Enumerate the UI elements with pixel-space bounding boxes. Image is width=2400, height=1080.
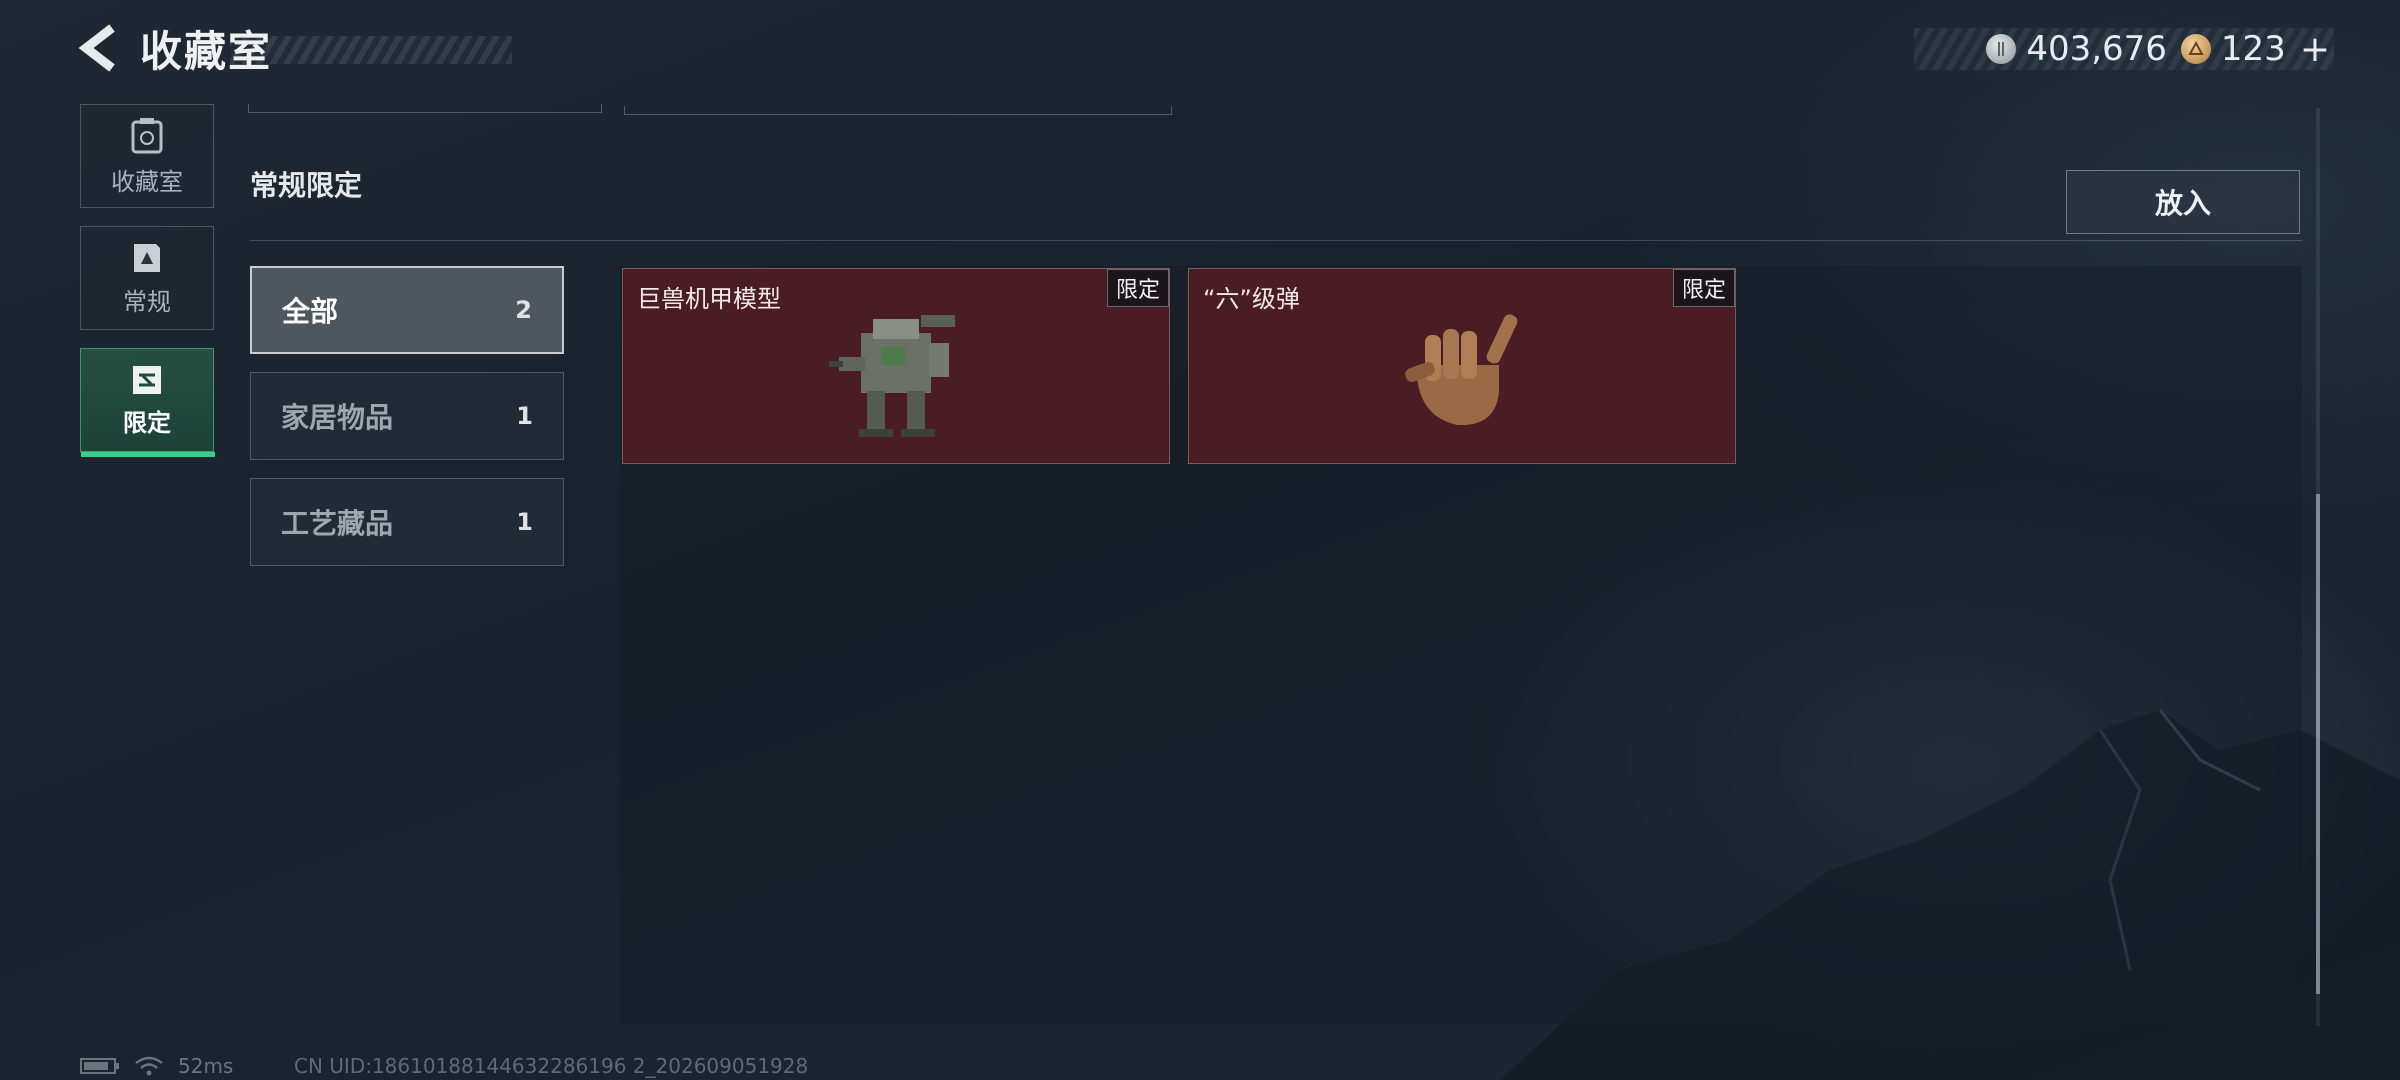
ping-value: 52ms [178, 1054, 234, 1078]
collection-room-icon [131, 117, 163, 153]
gold-amount: 123 [2220, 29, 2286, 69]
limited-tag: 限定 [1106, 269, 1169, 307]
page-title: 收藏室 [140, 26, 273, 76]
gold-currency: 123 [2180, 29, 2286, 69]
category-all[interactable]: 全部 2 [250, 266, 564, 354]
back-button[interactable] [74, 22, 126, 74]
nav-item-regular[interactable]: 常规 [80, 226, 214, 330]
scrolled-card-edge [624, 106, 1172, 115]
back-arrow-icon [78, 24, 115, 72]
bullet-hand-icon [1405, 314, 1518, 426]
scrolled-card-edge [248, 104, 602, 113]
item-name: “六”级弹 [1203, 285, 1300, 313]
gold-coin-icon [2180, 34, 2211, 64]
item-card-mech-model[interactable]: 巨兽机甲模型 限定 [622, 268, 1170, 464]
scrollbar-thumb[interactable] [2316, 494, 2320, 994]
section-divider [250, 240, 2302, 241]
add-currency-button[interactable]: + [2300, 29, 2330, 70]
category-count: 2 [515, 296, 532, 324]
nav-label-regular: 常规 [123, 287, 171, 316]
status-footer: 52ms [80, 1052, 233, 1080]
limited-card-icon [133, 365, 161, 394]
category-crafts[interactable]: 工艺藏品 1 [250, 478, 564, 566]
category-name: 家居物品 [281, 401, 394, 434]
title-stripes [230, 36, 512, 64]
wifi-icon [135, 1056, 163, 1076]
battery-icon [80, 1058, 119, 1074]
item-card-six-bullet[interactable]: “六”级弹 限定 [1188, 268, 1736, 464]
nav-label-limited: 限定 [123, 408, 171, 437]
title-area: 收藏室 [140, 20, 512, 76]
category-name: 全部 [282, 295, 339, 328]
regular-card-icon [134, 243, 160, 272]
section-title: 常规限定 [250, 169, 363, 202]
silver-amount: 403,676 [2026, 29, 2167, 69]
place-button[interactable]: 放入 [2066, 170, 2300, 234]
item-name: 巨兽机甲模型 [637, 285, 781, 313]
category-count: 1 [516, 402, 533, 430]
category-name: 工艺藏品 [281, 507, 394, 540]
nav-item-collection-room[interactable]: 收藏室 [80, 104, 214, 208]
category-count: 1 [516, 508, 533, 536]
nav-item-limited[interactable]: 限定 [80, 348, 215, 457]
currency-bar: 403,676 123 + [1914, 28, 2334, 70]
nav-label-collection-room: 收藏室 [111, 167, 183, 196]
category-home-items[interactable]: 家居物品 1 [250, 372, 564, 460]
silver-coin-icon [1986, 34, 2017, 64]
mech-model-icon [829, 315, 955, 437]
user-uid: CN UID:18610188144632286196 2_2026090519… [294, 1054, 809, 1078]
nav-active-indicator [81, 452, 215, 457]
silver-currency: 403,676 [1986, 29, 2167, 69]
limited-tag: 限定 [1672, 269, 1735, 307]
